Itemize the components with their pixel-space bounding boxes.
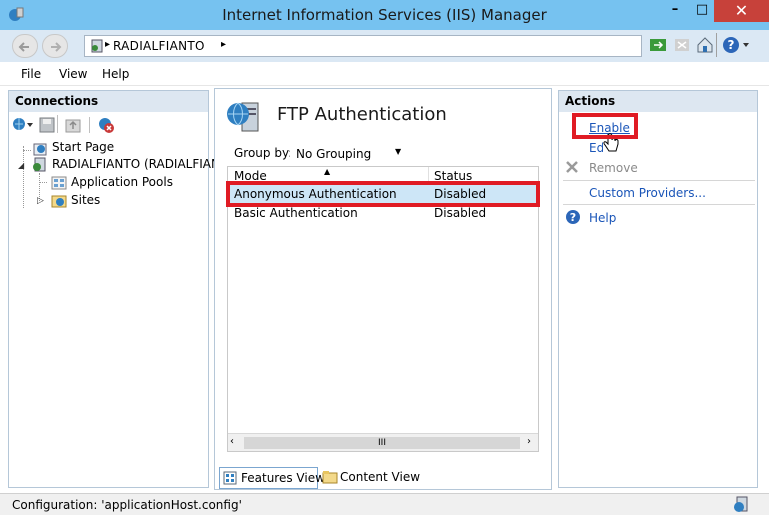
up-level-icon[interactable] [65, 117, 81, 136]
scroll-right-icon[interactable]: › [527, 436, 531, 447]
row-status: Disabled [434, 206, 487, 220]
expand-arrow-icon[interactable]: ▷ [37, 196, 44, 206]
group-by-value: No Grouping [296, 147, 372, 161]
features-view-icon [223, 471, 237, 488]
content-view-icon [322, 470, 338, 487]
menu-bar: File View Help [0, 62, 769, 86]
actions-header: Actions [559, 91, 757, 112]
help-icon[interactable]: ? [722, 36, 750, 57]
tree-start-page[interactable]: Start Page [52, 140, 114, 154]
collapse-arrow-icon[interactable]: ◢ [18, 161, 24, 170]
tab-content-view[interactable]: Content View [320, 467, 420, 489]
sort-ascending-icon: ▲ [324, 167, 331, 176]
action-help[interactable]: Help [589, 211, 616, 225]
sites-icon [51, 193, 67, 212]
tree-server[interactable]: RADIALFIANTO (RADIALFIAN [52, 157, 220, 171]
forward-arrow-icon [51, 42, 62, 52]
connections-header: Connections [9, 91, 208, 112]
authentication-list: Mode ▲ Status Anonymous Authentication D… [227, 166, 539, 452]
network-status-icon [732, 496, 750, 517]
tree-sites[interactable]: Sites [71, 193, 100, 207]
maximize-button[interactable]: □ [690, 0, 714, 22]
stop-icon[interactable] [674, 37, 690, 56]
remove-icon [565, 160, 579, 177]
application-pools-icon [51, 175, 67, 194]
disconnect-icon[interactable] [97, 116, 115, 137]
action-edit[interactable]: Edit... [589, 141, 603, 155]
breadcrumb-separator: ▸ [105, 39, 111, 50]
scroll-thumb[interactable]: III [244, 437, 520, 449]
group-by-label: Group by: [234, 146, 293, 160]
back-button[interactable] [12, 34, 38, 58]
save-icon[interactable] [39, 117, 55, 136]
title-bar: Internet Information Services (IIS) Mana… [0, 0, 769, 30]
status-bar: Configuration: 'applicationHost.config' [0, 493, 769, 515]
back-arrow-icon [18, 42, 29, 52]
forward-button[interactable] [42, 34, 68, 58]
server-icon [90, 39, 104, 56]
scroll-left-icon[interactable]: ‹ [230, 436, 234, 447]
action-remove[interactable]: Remove [589, 161, 638, 175]
address-field[interactable]: ▸ RADIALFIANTO ▸ [84, 35, 642, 57]
tab-features-view[interactable]: Features View [219, 467, 325, 489]
highlight-anonymous-row [226, 181, 540, 207]
tab-features-label: Features View [241, 471, 325, 485]
action-custom-providers[interactable]: Custom Providers... [589, 186, 706, 200]
home-icon[interactable] [696, 36, 714, 57]
breadcrumb-server[interactable]: RADIALFIANTO [113, 39, 205, 53]
actions-panel: Actions Enable Edit... Remove Custom Pro… [558, 90, 758, 488]
menu-help[interactable]: Help [102, 67, 129, 81]
close-button[interactable]: ✕ [714, 0, 769, 22]
row-mode: Basic Authentication [234, 206, 358, 220]
menu-view[interactable]: View [59, 67, 87, 81]
svg-text:?: ? [570, 211, 576, 224]
group-by-select[interactable]: No Grouping ▼ [290, 143, 408, 164]
svg-text:?: ? [728, 38, 735, 52]
ftp-authentication-icon [226, 100, 262, 137]
horizontal-scrollbar[interactable]: ‹ III › [228, 433, 538, 451]
highlight-enable [572, 113, 638, 139]
window-title: Internet Information Services (IIS) Mana… [222, 6, 547, 24]
page-title: FTP Authentication [277, 104, 447, 125]
tree-application-pools[interactable]: Application Pools [71, 175, 173, 189]
refresh-icon[interactable] [650, 37, 666, 56]
status-text: Configuration: 'applicationHost.config' [12, 498, 242, 512]
connect-globe-icon[interactable] [11, 115, 35, 136]
breadcrumb-separator[interactable]: ▸ [221, 39, 226, 50]
dropdown-arrow-icon: ▼ [395, 147, 402, 156]
help-circle-icon: ? [565, 209, 581, 228]
minimize-button[interactable]: – [660, 0, 690, 22]
menu-file[interactable]: File [21, 67, 41, 81]
tab-content-label: Content View [340, 470, 421, 484]
connections-panel: Connections Start Page ◢ RADIALFIANTO (R… [8, 90, 220, 488]
address-bar: ▸ RADIALFIANTO ▸ ? [0, 30, 769, 62]
